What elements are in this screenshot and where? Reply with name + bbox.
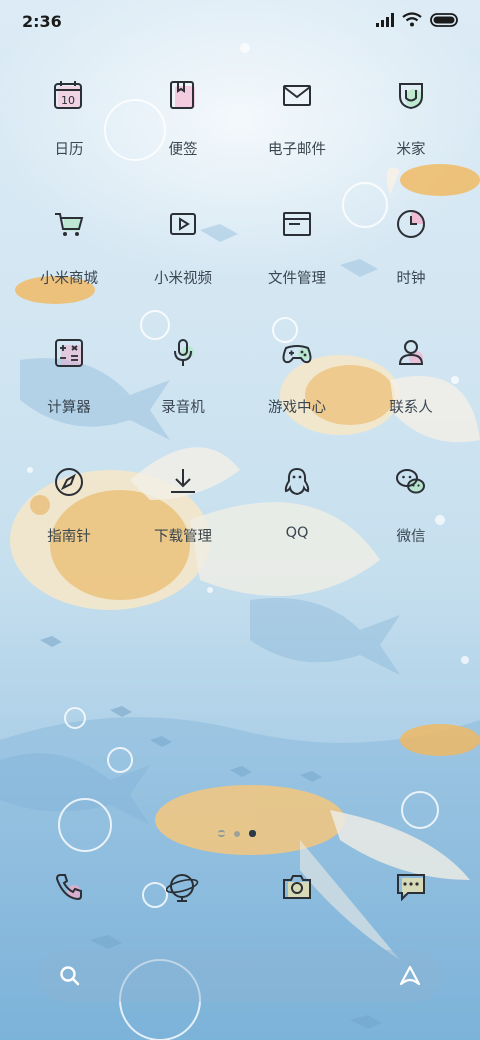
app-mi-video[interactable]: 小米视频 xyxy=(126,201,240,330)
app-mijia[interactable]: 米家 xyxy=(354,72,468,201)
page-dot-2[interactable] xyxy=(234,830,240,837)
camera-icon xyxy=(274,864,320,910)
signal-icon xyxy=(376,12,394,27)
app-file-manager[interactable]: 文件管理 xyxy=(240,201,354,330)
app-downloads[interactable]: 下载管理 xyxy=(126,459,240,588)
app-calendar[interactable]: 10 日历 xyxy=(12,72,126,201)
status-bar: 2:36 xyxy=(0,0,480,44)
page-dot-3[interactable] xyxy=(249,830,256,837)
calculator-icon xyxy=(46,330,92,376)
app-notes[interactable]: 便签 xyxy=(126,72,240,201)
app-label: 指南针 xyxy=(47,529,91,545)
app-wechat[interactable]: 微信 xyxy=(354,459,468,588)
app-compass[interactable]: 指南针 xyxy=(12,459,126,588)
cart-icon xyxy=(46,201,92,247)
svg-text:10: 10 xyxy=(61,94,75,107)
app-label: 微信 xyxy=(396,529,426,545)
notes-icon xyxy=(160,72,206,118)
compass-icon xyxy=(46,459,92,505)
app-clock[interactable]: 时钟 xyxy=(354,201,468,330)
assistant-icon[interactable] xyxy=(398,964,422,988)
search-icon[interactable] xyxy=(58,964,82,988)
app-label: 日历 xyxy=(54,142,84,158)
search-bar[interactable] xyxy=(38,950,442,1002)
app-label: 下载管理 xyxy=(154,529,212,545)
app-label: 计算器 xyxy=(47,400,91,416)
folder-icon xyxy=(274,201,320,247)
qq-icon xyxy=(274,459,320,505)
status-icons xyxy=(376,12,460,27)
microphone-icon xyxy=(160,330,206,376)
app-label: 录音机 xyxy=(161,400,205,416)
video-icon xyxy=(160,201,206,247)
app-qq[interactable]: QQ xyxy=(240,459,354,588)
gamepad-icon xyxy=(274,330,320,376)
app-label: 时钟 xyxy=(396,271,426,287)
app-grid: 10 日历 便签 电子邮件 米家 小米商城 小米视频 文件管理 时钟 计算器 录… xyxy=(12,72,468,588)
messages-icon xyxy=(388,864,434,910)
app-label: 便签 xyxy=(168,142,198,158)
mail-icon xyxy=(274,72,320,118)
app-label: 电子邮件 xyxy=(268,142,326,158)
mijia-icon xyxy=(388,72,434,118)
app-label: 游戏中心 xyxy=(268,400,326,416)
dock xyxy=(12,864,468,910)
app-contacts[interactable]: 联系人 xyxy=(354,330,468,459)
phone-icon xyxy=(46,864,92,910)
browser-icon xyxy=(160,864,206,910)
wechat-icon xyxy=(388,459,434,505)
app-label: 米家 xyxy=(396,142,426,158)
dock-phone[interactable] xyxy=(12,864,126,910)
page-dot-1[interactable] xyxy=(218,830,225,837)
dock-browser[interactable] xyxy=(126,864,240,910)
app-label: 小米视频 xyxy=(154,271,212,287)
dock-camera[interactable] xyxy=(240,864,354,910)
battery-icon xyxy=(430,12,458,27)
app-game-center[interactable]: 游戏中心 xyxy=(240,330,354,459)
app-label: 小米商城 xyxy=(40,271,98,287)
calendar-icon: 10 xyxy=(46,72,92,118)
app-label: 文件管理 xyxy=(268,271,326,287)
clock-time: 2:36 xyxy=(22,12,62,31)
app-label: QQ xyxy=(285,525,309,541)
app-mail[interactable]: 电子邮件 xyxy=(240,72,354,201)
wifi-icon xyxy=(402,12,422,27)
app-label: 联系人 xyxy=(389,400,433,416)
page-indicator[interactable] xyxy=(218,830,256,837)
dock-messages[interactable] xyxy=(354,864,468,910)
app-mi-store[interactable]: 小米商城 xyxy=(12,201,126,330)
app-recorder[interactable]: 录音机 xyxy=(126,330,240,459)
clock-icon xyxy=(388,201,434,247)
contact-icon xyxy=(388,330,434,376)
download-icon xyxy=(160,459,206,505)
app-calculator[interactable]: 计算器 xyxy=(12,330,126,459)
